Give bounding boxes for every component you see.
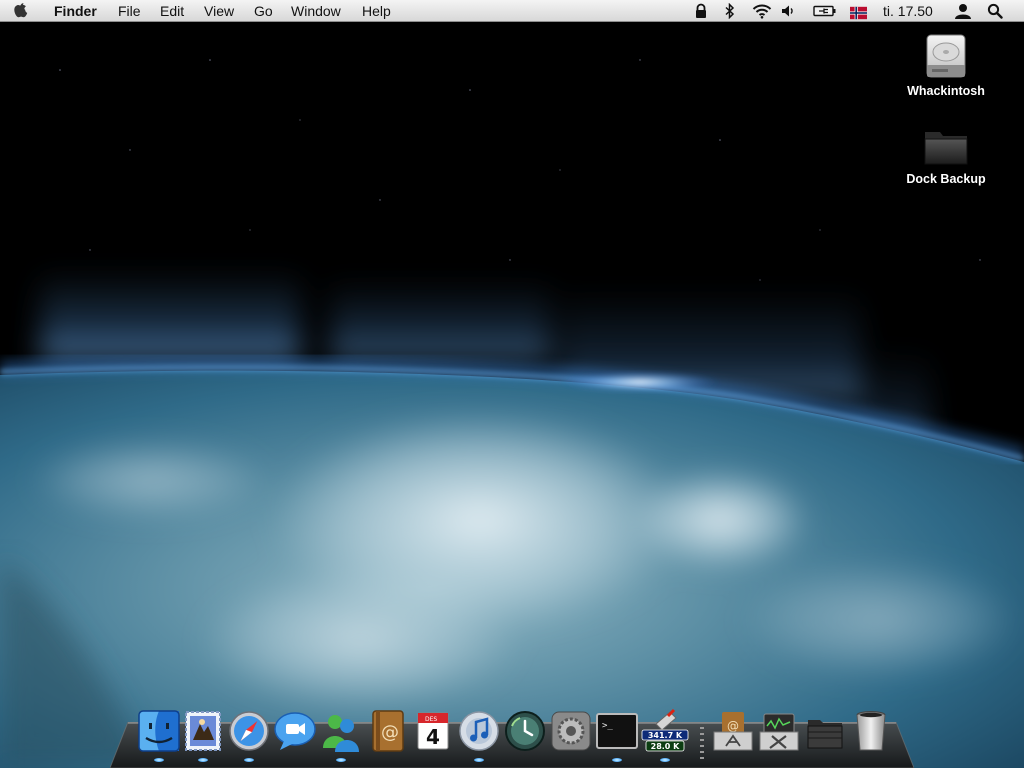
dock-mail-icon[interactable]: [180, 708, 226, 754]
dock-documents-stack-icon[interactable]: [802, 708, 848, 754]
running-indicator: [336, 758, 346, 762]
desktop-icon-label: Whackintosh: [907, 84, 985, 98]
spotlight-search-icon[interactable]: [987, 3, 1003, 19]
dock-trash-icon[interactable]: [848, 708, 894, 754]
menu-view[interactable]: View: [204, 2, 234, 20]
dock-network-monitor-icon[interactable]: 341.7 K 28.0 K: [640, 708, 690, 754]
ical-month: DES: [425, 716, 437, 723]
menu-file[interactable]: File: [118, 2, 141, 20]
dock-utilities-stack-icon[interactable]: [756, 708, 802, 754]
netmon-upload: 341.7 K: [648, 731, 683, 740]
norway-flag-icon[interactable]: [850, 5, 867, 21]
dock-terminal-icon[interactable]: >_: [594, 708, 640, 754]
terminal-prompt: >_: [602, 721, 613, 731]
dock-system-preferences-icon[interactable]: [548, 708, 594, 754]
desktop-icon-folder[interactable]: Dock Backup: [891, 124, 1001, 186]
netmon-download: 28.0 K: [651, 742, 681, 751]
menu-help[interactable]: Help: [362, 2, 391, 20]
menu-bar: Finder File Edit View Go Window Help ti.…: [0, 0, 1024, 22]
svg-text:@: @: [381, 722, 399, 743]
bluetooth-icon[interactable]: [724, 3, 736, 19]
folder-icon: [924, 132, 968, 165]
battery-icon[interactable]: [813, 3, 837, 19]
menu-finder[interactable]: Finder: [54, 2, 97, 20]
dock-ichat-icon[interactable]: [272, 708, 318, 754]
menu-go[interactable]: Go: [254, 2, 273, 20]
running-indicator: [198, 758, 208, 762]
lock-icon[interactable]: [694, 3, 708, 19]
dock-safari-icon[interactable]: [226, 708, 272, 754]
desktop-wallpaper: [0, 0, 1024, 768]
desktop-icon-label: Dock Backup: [906, 172, 986, 186]
dock-separator: [700, 727, 704, 759]
menubar-clock[interactable]: ti. 17.50: [883, 2, 933, 20]
dock-ical-icon[interactable]: DES 4: [410, 708, 456, 754]
running-indicator: [244, 758, 254, 762]
dock-applications-stack-icon[interactable]: @: [710, 708, 756, 754]
dock-address-book-icon[interactable]: @: [364, 708, 410, 754]
running-indicator: [474, 758, 484, 762]
desktop-icon-hard-drive[interactable]: Whackintosh: [891, 32, 1001, 98]
dock-messenger-icon[interactable]: [318, 708, 364, 754]
dock-finder-icon[interactable]: [136, 708, 182, 754]
menu-edit[interactable]: Edit: [160, 2, 184, 20]
volume-icon[interactable]: [781, 3, 795, 19]
user-icon[interactable]: [954, 3, 972, 19]
svg-text:@: @: [727, 719, 739, 733]
dock-time-machine-icon[interactable]: [502, 708, 548, 754]
apple-menu-icon[interactable]: [14, 2, 38, 20]
running-indicator: [660, 758, 670, 762]
dock-itunes-icon[interactable]: [456, 708, 502, 754]
running-indicator: [612, 758, 622, 762]
wifi-icon[interactable]: [752, 3, 772, 19]
ical-day: 4: [426, 725, 440, 749]
menu-window[interactable]: Window: [291, 2, 341, 20]
running-indicator: [154, 758, 164, 762]
hard-drive-icon: [926, 34, 966, 78]
